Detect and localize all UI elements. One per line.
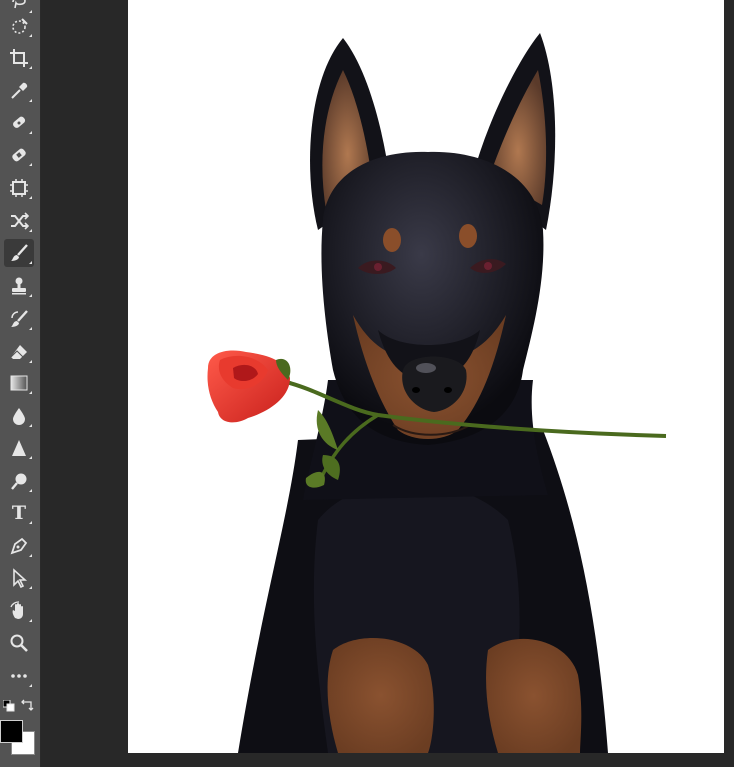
blur-tool[interactable] [4,402,34,430]
swap-colors-icon[interactable] [20,698,34,712]
content-aware-icon [10,179,28,197]
healing-brush-tool[interactable] [4,141,34,169]
type-icon: T [11,502,27,524]
clone-stamp-tool[interactable] [4,272,34,300]
quick-selection-icon [12,18,28,34]
pen-tool[interactable] [4,532,34,560]
bandage-icon [12,148,26,162]
brush-icon [11,244,28,261]
eyedropper-tool[interactable] [4,77,34,105]
stamp-icon [12,277,26,295]
tools-panel: T [0,0,41,767]
spot-healing-tool[interactable] [4,109,34,137]
eraser-icon [10,345,27,359]
lasso-icon [12,0,26,9]
rotate-view-tool[interactable] [4,597,34,625]
content-aware-tool[interactable] [4,174,34,202]
quick-selection-tool[interactable] [4,12,34,40]
spot-healing-icon [13,116,26,128]
doberman-rose-artwork [207,33,667,753]
magnifier-icon [10,634,28,652]
crop-icon [10,49,28,67]
brush-tool[interactable] [4,239,34,267]
arrow-icon [13,568,28,588]
default-colors-icon[interactable] [3,700,15,712]
type-tool[interactable]: T [4,499,34,527]
eraser-tool[interactable] [4,338,34,366]
ellipsis-icon [11,674,27,678]
pen-icon [10,537,28,555]
drop-icon [13,408,25,425]
dodge-tool[interactable] [4,467,34,495]
history-brush-icon [11,310,28,327]
crop-tool[interactable] [4,44,34,72]
document-canvas[interactable] [128,0,724,753]
foreground-color-swatch[interactable] [0,720,23,743]
triangle-icon [12,440,26,456]
dodge-icon [11,473,27,490]
zoom-tool[interactable] [4,629,34,657]
sharpen-tool[interactable] [4,434,34,462]
shuffle-icon [11,212,29,230]
gradient-tool[interactable] [4,369,34,397]
gradient-icon [10,375,28,391]
hand-icon [10,601,23,619]
eyedropper-icon [11,82,28,99]
edit-toolbar[interactable] [4,662,34,690]
history-brush-tool[interactable] [4,305,34,333]
content-aware-move-tool[interactable] [4,207,34,235]
path-selection-tool[interactable] [4,564,34,592]
